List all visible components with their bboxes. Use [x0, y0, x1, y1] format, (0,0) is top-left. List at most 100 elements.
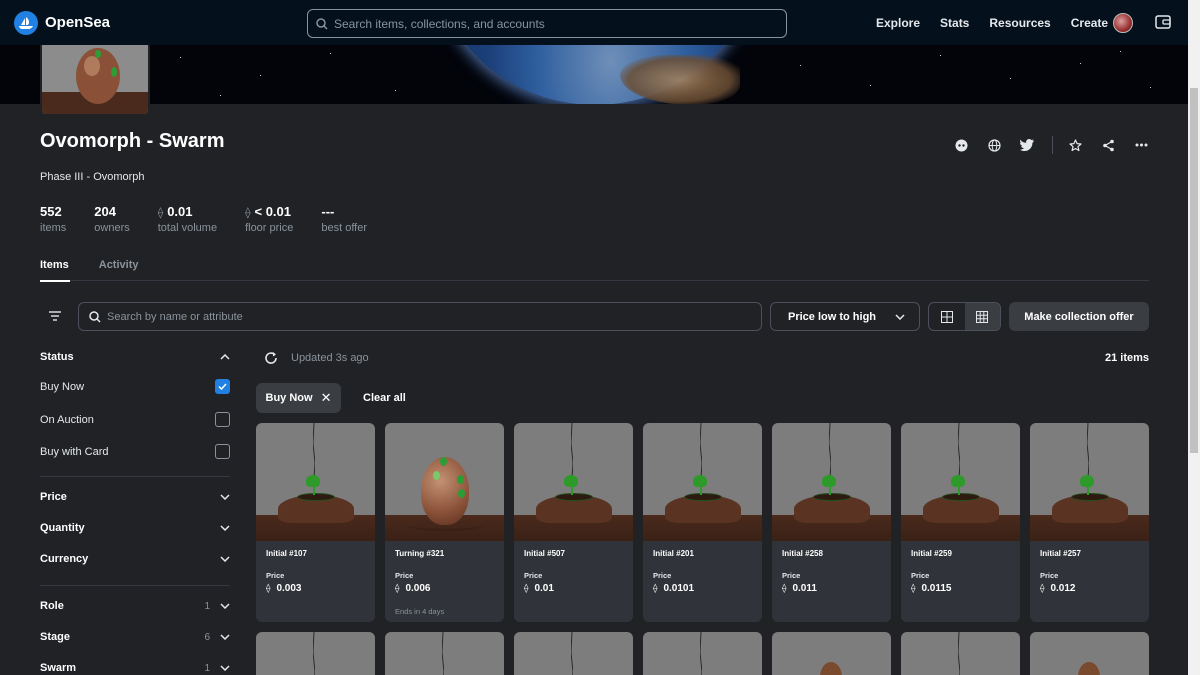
trait-role-header[interactable]: Role 1: [40, 600, 230, 612]
nft-name: Initial #507: [524, 549, 565, 558]
nft-card[interactable]: Initial #258 Price ⟠ 0.011: [772, 423, 891, 622]
price-label: Price: [524, 571, 543, 580]
make-collection-offer-button[interactable]: Make collection offer: [1009, 302, 1149, 331]
discord-icon[interactable]: [953, 137, 969, 153]
nav-create[interactable]: Create: [1071, 16, 1108, 30]
chevron-down-icon: [220, 665, 230, 671]
nav-resources[interactable]: Resources: [989, 16, 1050, 30]
nft-card[interactable]: [1030, 632, 1149, 675]
nft-name: Turning #321: [395, 549, 445, 558]
buy-with-card-checkbox[interactable]: [215, 444, 230, 459]
website-globe-icon[interactable]: [986, 137, 1002, 153]
global-search[interactable]: [307, 9, 787, 38]
price-label: Price: [653, 571, 672, 580]
filter-icon: [49, 311, 61, 321]
nft-image: [901, 423, 1020, 541]
eth-icon: ⟠: [524, 583, 529, 593]
item-grid: Initial #107 Price ⟠ 0.003 Turning #321 Price…: [256, 423, 1149, 675]
stat-floor-price: ⟠ < 0.01 floor price: [245, 204, 294, 234]
chevron-down-icon: [220, 634, 230, 640]
nft-image: [901, 632, 1020, 675]
price-label: Price: [782, 571, 801, 580]
user-avatar[interactable]: [1113, 13, 1133, 33]
small-grid-button[interactable]: [964, 303, 1000, 330]
share-icon[interactable]: [1100, 137, 1116, 153]
nft-card[interactable]: [901, 632, 1020, 675]
price-label: Price: [266, 571, 285, 580]
nft-price: 0.01: [534, 583, 554, 594]
nav-explore[interactable]: Explore: [876, 16, 920, 30]
item-search[interactable]: [78, 302, 762, 331]
large-grid-button[interactable]: [929, 303, 965, 330]
chevron-down-icon: [220, 603, 230, 609]
favorite-star-icon[interactable]: [1067, 137, 1083, 153]
nav-stats[interactable]: Stats: [940, 16, 969, 30]
nft-card[interactable]: [772, 632, 891, 675]
wallet-icon[interactable]: [1155, 14, 1171, 30]
sort-dropdown[interactable]: Price low to high: [770, 302, 920, 331]
nft-price: 0.0101: [663, 583, 695, 594]
trait-swarm-header[interactable]: Swarm 1: [40, 662, 230, 674]
large-grid-icon: [940, 310, 953, 323]
status-section-header[interactable]: Status: [40, 351, 230, 363]
buy-now-checkbox[interactable]: [215, 379, 230, 394]
item-search-input[interactable]: [107, 310, 727, 323]
nft-card[interactable]: [256, 632, 375, 675]
stat-best-offer: --- best offer: [321, 204, 368, 234]
currency-section-header[interactable]: Currency: [40, 553, 230, 565]
twitter-icon[interactable]: [1019, 137, 1035, 153]
nft-price: 0.006: [405, 583, 431, 594]
nft-name: Initial #258: [782, 549, 823, 558]
nft-image: [385, 632, 504, 675]
status-option-buy-now[interactable]: Buy Now: [40, 379, 230, 394]
price-section-header[interactable]: Price: [40, 491, 230, 503]
price-label: Price: [1040, 571, 1059, 580]
close-icon[interactable]: ✕: [321, 390, 332, 406]
nft-price: 0.003: [276, 583, 302, 594]
filter-toggle-button[interactable]: [40, 302, 70, 330]
last-updated-text: Updated 3s ago: [291, 352, 369, 364]
nft-name: Initial #107: [266, 549, 307, 558]
collection-title: Ovomorph - Swarm: [40, 130, 225, 152]
tab-items[interactable]: Items: [40, 259, 69, 271]
nft-image: [385, 423, 504, 541]
active-tab-indicator: [40, 280, 70, 282]
eth-icon: ⟠: [911, 583, 916, 593]
nft-card[interactable]: [514, 632, 633, 675]
nft-name: Initial #201: [653, 549, 694, 558]
trait-stage-header[interactable]: Stage 6: [40, 631, 230, 643]
nft-card[interactable]: Turning #321 Price ⟠ 0.006 Ends in 4 days: [385, 423, 504, 622]
nft-image: [772, 423, 891, 541]
chevron-down-icon: [220, 525, 230, 531]
eth-icon: ⟠: [653, 583, 658, 593]
nft-card[interactable]: Initial #201 Price ⟠ 0.0101: [643, 423, 762, 622]
nft-name: Initial #259: [911, 549, 952, 558]
status-option-on-auction[interactable]: On Auction: [40, 412, 230, 427]
nft-card[interactable]: Initial #507 Price ⟠ 0.01: [514, 423, 633, 622]
more-options-icon[interactable]: [1133, 137, 1149, 153]
refresh-icon[interactable]: [264, 351, 278, 365]
opensea-logo[interactable]: OpenSea: [14, 10, 110, 35]
on-auction-checkbox[interactable]: [215, 412, 230, 427]
scrollbar-thumb[interactable]: [1190, 88, 1198, 453]
nft-card[interactable]: Initial #107 Price ⟠ 0.003: [256, 423, 375, 622]
tab-activity[interactable]: Activity: [99, 259, 139, 271]
nft-card[interactable]: Initial #257 Price ⟠ 0.012: [1030, 423, 1149, 622]
grid-size-toggle: [928, 302, 1001, 331]
nft-price: 0.012: [1050, 583, 1076, 594]
chevron-down-icon: [895, 313, 905, 320]
eth-icon: ⟠: [245, 207, 251, 219]
stat-owners: 204 owners: [94, 204, 130, 234]
nft-card[interactable]: [643, 632, 762, 675]
clear-all-filters-button[interactable]: Clear all: [363, 392, 406, 404]
status-option-buy-with-card[interactable]: Buy with Card: [40, 444, 230, 459]
results-count: 21 items: [1104, 352, 1149, 364]
nft-card[interactable]: Initial #259 Price ⟠ 0.0115: [901, 423, 1020, 622]
price-label: Price: [911, 571, 930, 580]
quantity-section-header[interactable]: Quantity: [40, 522, 230, 534]
global-search-input[interactable]: [334, 16, 754, 31]
nft-card[interactable]: [385, 632, 504, 675]
active-filter-chip-buy-now[interactable]: Buy Now ✕: [256, 383, 341, 413]
collection-stats: 552 items 204 owners ⟠ 0.01 total volume …: [40, 204, 395, 234]
page-scrollbar[interactable]: [1188, 0, 1200, 675]
